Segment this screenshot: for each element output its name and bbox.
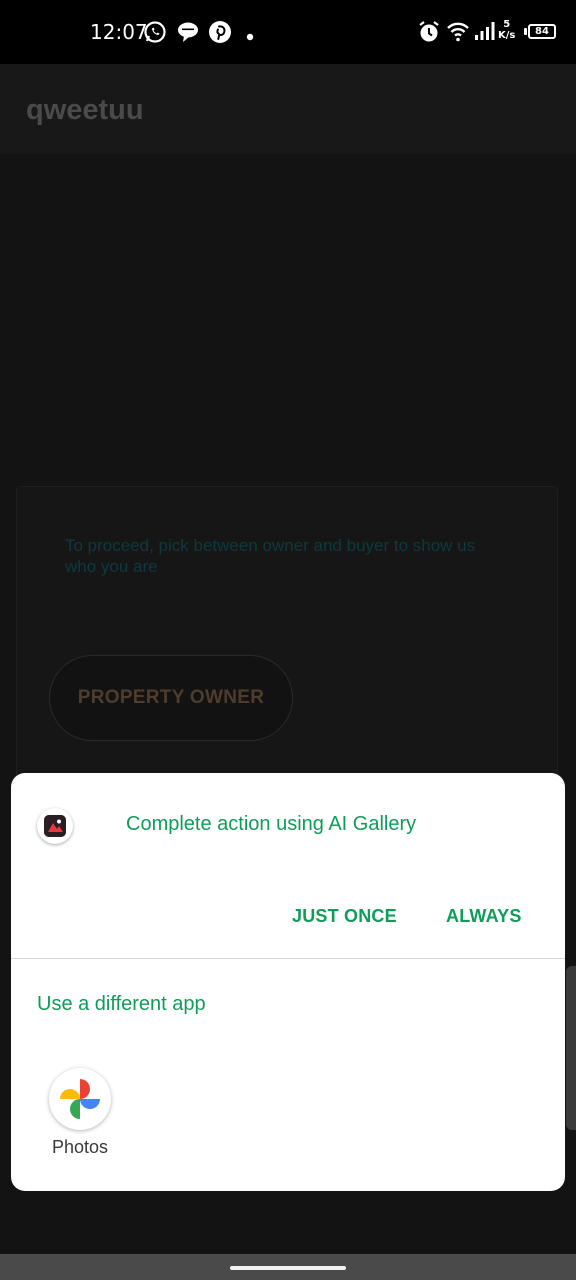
whatsapp-icon <box>143 20 167 49</box>
ai-gallery-app-icon <box>37 808 73 844</box>
photos-app-label[interactable]: Photos <box>49 1137 111 1158</box>
pinterest-icon <box>208 20 232 49</box>
battery-level: 84 <box>535 26 549 37</box>
use-different-app-label: Use a different app <box>37 993 206 1015</box>
app-bar: qweetuu <box>0 64 576 154</box>
intent-chooser-sheet: Complete action using AI Gallery JUST ON… <box>11 773 565 1191</box>
divider <box>11 958 565 959</box>
edge-scroll-handle[interactable] <box>566 966 576 1130</box>
navigation-bar <box>0 1254 576 1280</box>
just-once-button[interactable]: JUST ONCE <box>292 906 397 927</box>
status-bar: 12:07 5 K/s 84 <box>0 0 576 64</box>
always-button[interactable]: ALWAYS <box>446 906 522 927</box>
net-speed-unit: K/s <box>498 30 516 41</box>
google-photos-icon[interactable] <box>49 1068 111 1130</box>
dot-icon <box>246 28 254 46</box>
role-selection-card: To proceed, pick between owner and buyer… <box>16 486 558 806</box>
dialog-title: Complete action using AI Gallery <box>126 813 417 835</box>
property-owner-button[interactable]: PROPERTY OWNER <box>49 655 293 741</box>
status-time: 12:07 <box>90 20 148 44</box>
wifi-icon <box>446 20 470 47</box>
signal-icon <box>474 20 496 47</box>
net-speed-value: 5 <box>503 19 511 30</box>
alarm-icon <box>418 20 440 49</box>
net-speed: 5 K/s <box>498 19 515 41</box>
chat-bubble-icon <box>176 20 200 49</box>
role-prompt-text: To proceed, pick between owner and buyer… <box>65 536 476 576</box>
battery-icon: 84 <box>524 24 556 39</box>
home-gesture-handle[interactable] <box>230 1266 346 1270</box>
app-title: qweetuu <box>26 94 144 126</box>
